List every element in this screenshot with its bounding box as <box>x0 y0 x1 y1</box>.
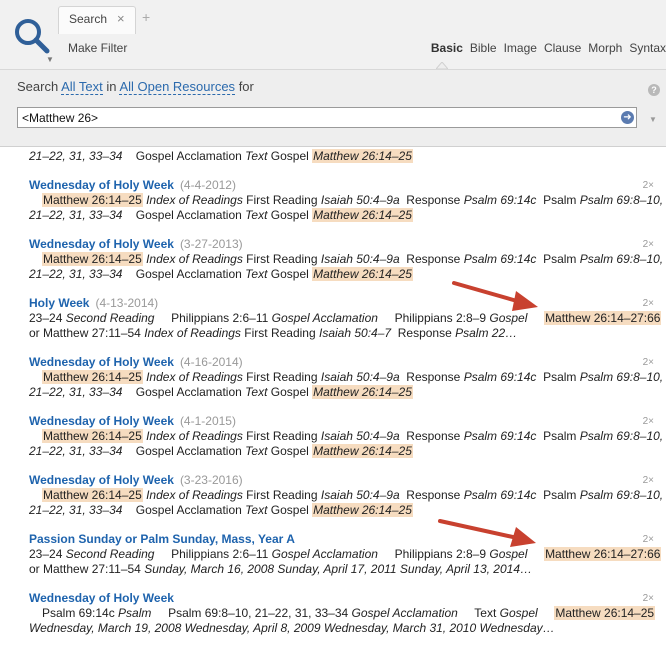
tab-search[interactable]: Search × <box>58 6 136 34</box>
hit-count-badge: 2× <box>642 180 654 191</box>
tab-morph[interactable]: Morph <box>588 41 622 55</box>
search-mode-tabs: Basic Bible Image Clause Morph Syntax <box>424 41 666 55</box>
scope-prefix: Search <box>17 79 59 94</box>
result-line: Wednesday, March 19, 2008 Wednesday, Apr… <box>29 621 555 635</box>
results-list: 21–22, 31, 33–34 Gospel Acclamation Text… <box>0 147 666 665</box>
result-line: Matthew 26:14–25 Index of Readings First… <box>42 429 664 443</box>
result-title[interactable]: Passion Sunday or Palm Sunday, Mass, Yea… <box>29 532 295 546</box>
result-line: Matthew 26:14–25 Index of Readings First… <box>42 370 664 384</box>
result-date: (4-1-2015) <box>179 414 236 428</box>
search-scope-panel: Search All Text in All Open Resources fo… <box>0 70 666 147</box>
result-title[interactable]: Holy Week <box>29 296 89 310</box>
search-icon[interactable] <box>12 16 52 60</box>
result-line: 21–22, 31, 33–34 Gospel Acclamation Text… <box>29 444 413 458</box>
tab-basic[interactable]: Basic <box>431 41 463 55</box>
result-line: Matthew 26:14–25 Index of Readings First… <box>42 193 664 207</box>
hit-count-badge: 2× <box>642 357 654 368</box>
result-line: Matthew 26:14–25 Index of Readings First… <box>42 488 664 502</box>
result-line: 21–22, 31, 33–34 Gospel Acclamation Text… <box>29 208 413 222</box>
result-date: (4-13-2014) <box>95 296 159 310</box>
add-tab-button[interactable]: + <box>142 9 150 25</box>
result-title[interactable]: Wednesday of Holy Week <box>29 237 174 251</box>
result-line: 21–22, 31, 33–34 Gospel Acclamation Text… <box>29 385 413 399</box>
tab-bible[interactable]: Bible <box>470 41 497 55</box>
result-line: 23–24 Second Reading Philippians 2:6–11 … <box>29 311 662 325</box>
help-icon[interactable]: ? <box>648 84 660 96</box>
chevron-down-icon[interactable]: ▼ <box>46 55 54 64</box>
result-date: (3-27-2013) <box>179 237 243 251</box>
result-title[interactable]: Wednesday of Holy Week <box>29 473 174 487</box>
result-title[interactable]: Wednesday of Holy Week <box>29 591 174 605</box>
result-line: 21–22, 31, 33–34 Gospel Acclamation Text… <box>29 149 413 163</box>
scope-all-text-link[interactable]: All Text <box>61 79 103 95</box>
result-date: (4-4-2012) <box>179 178 236 192</box>
hit-count-badge: 2× <box>642 416 654 427</box>
toolbar: ▼ Search × + Make Filter Basic Bible Image… <box>0 0 666 70</box>
active-tab-indicator <box>436 62 448 69</box>
result-line: or Matthew 27:11–54 Sunday, March 16, 20… <box>29 562 533 576</box>
search-go-icon[interactable]: ➜ <box>621 111 634 124</box>
tab-syntax[interactable]: Syntax <box>629 41 666 55</box>
hit-count-badge: 2× <box>642 298 654 309</box>
search-input[interactable] <box>22 111 602 125</box>
result-title[interactable]: Wednesday of Holy Week <box>29 355 174 369</box>
hit-count-badge: 2× <box>642 475 654 486</box>
hit-count-badge: 2× <box>642 593 654 604</box>
hit-count-badge: 2× <box>642 239 654 250</box>
result-line: 21–22, 31, 33–34 Gospel Acclamation Text… <box>29 267 413 281</box>
hit-count-badge: 2× <box>642 534 654 545</box>
make-filter-button[interactable]: Make Filter <box>68 41 127 55</box>
scope-sentence: Search All Text in All Open Resources fo… <box>17 79 254 95</box>
tab-label: Search <box>69 12 108 26</box>
tab-image[interactable]: Image <box>504 41 537 55</box>
tab-clause[interactable]: Clause <box>544 41 581 55</box>
result-title[interactable]: Wednesday of Holy Week <box>29 414 174 428</box>
scope-resources-link[interactable]: All Open Resources <box>119 79 236 95</box>
scope-in: in <box>106 79 117 94</box>
result-date: (4-16-2014) <box>179 355 243 369</box>
result-line: Matthew 26:14–25 Index of Readings First… <box>42 252 664 266</box>
history-dropdown-icon[interactable]: ▼ <box>649 115 657 124</box>
result-line: Psalm 69:14c Psalm Psalm 69:8–10, 21–22,… <box>42 606 656 620</box>
result-line: 23–24 Second Reading Philippians 2:6–11 … <box>29 547 662 561</box>
result-title[interactable]: Wednesday of Holy Week <box>29 178 174 192</box>
close-icon[interactable]: × <box>117 11 125 26</box>
result-line: 21–22, 31, 33–34 Gospel Acclamation Text… <box>29 503 413 517</box>
result-date: (3-23-2016) <box>179 473 243 487</box>
scope-for: for <box>238 79 254 94</box>
search-box: ➜ <box>17 107 637 128</box>
result-line: or Matthew 27:11–54 Index of Readings Fi… <box>29 326 518 340</box>
